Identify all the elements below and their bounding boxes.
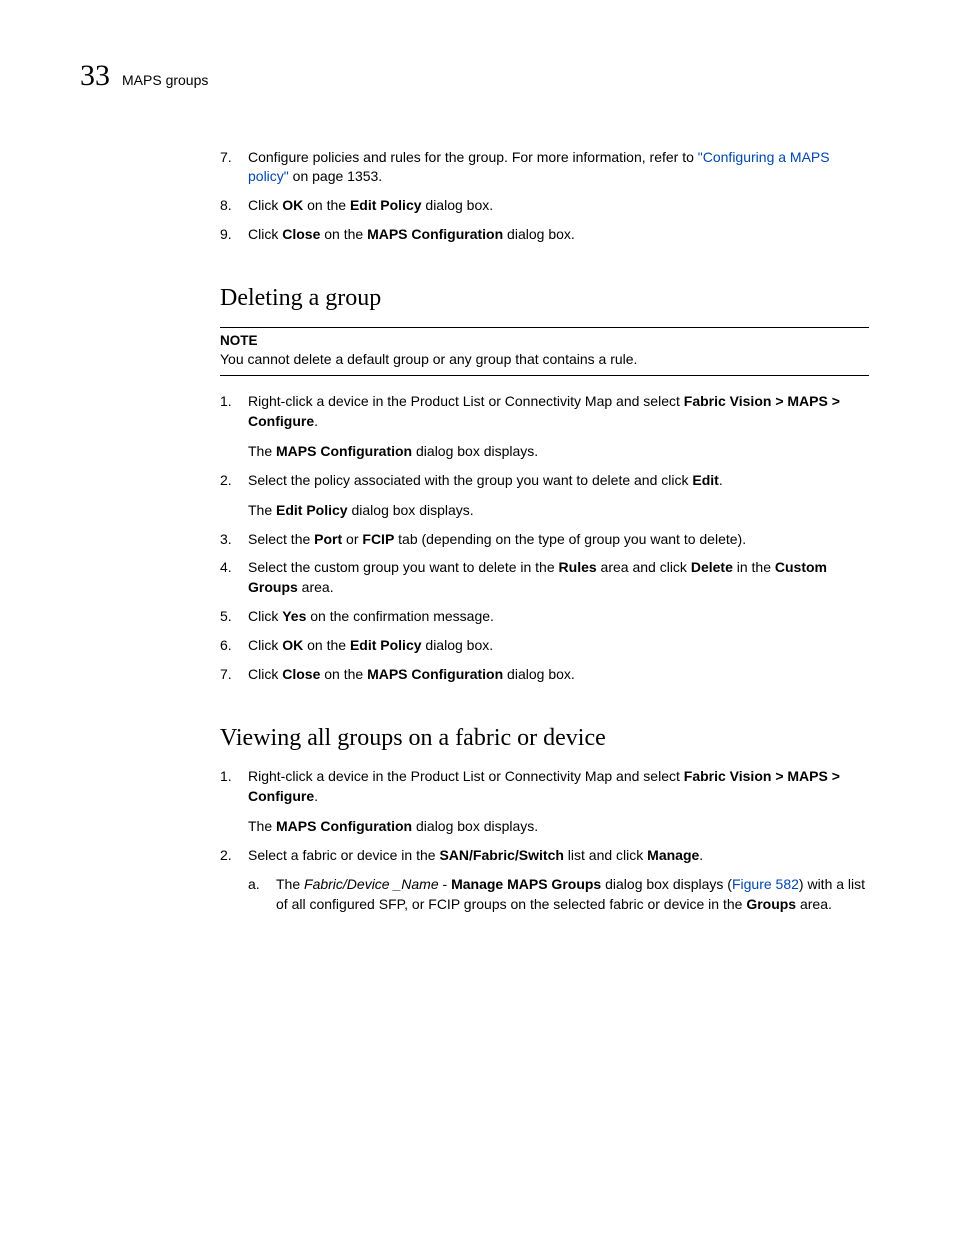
top-list: 7. Configure policies and rules for the … [220, 148, 869, 246]
note-text: You cannot delete a default group or any… [220, 350, 869, 370]
viewing-list: 1. Right-click a device in the Product L… [220, 767, 869, 915]
list-subtext: The Edit Policy dialog box displays. [248, 501, 869, 521]
figure-ref-link[interactable]: Figure 582 [732, 876, 799, 892]
list-number: 7. [220, 665, 248, 685]
list-item: 7. Click Close on the MAPS Configuration… [220, 665, 869, 685]
section-heading-viewing: Viewing all groups on a fabric or device [220, 721, 869, 755]
list-text: Click Close on the MAPS Configuration di… [248, 665, 869, 685]
list-number: 5. [220, 607, 248, 627]
list-text: Select the Port or FCIP tab (depending o… [248, 530, 869, 550]
list-item: 2. Select a fabric or device in the SAN/… [220, 846, 869, 916]
list-number: 2. [220, 471, 248, 521]
list-text: Select the policy associated with the gr… [248, 471, 869, 521]
list-item: 6. Click OK on the Edit Policy dialog bo… [220, 636, 869, 656]
list-number: 4. [220, 558, 248, 598]
note-block: NOTE You cannot delete a default group o… [220, 327, 869, 376]
list-number: 2. [220, 846, 248, 916]
list-number: 3. [220, 530, 248, 550]
list-item: 4. Select the custom group you want to d… [220, 558, 869, 598]
list-text: Click OK on the Edit Policy dialog box. [248, 636, 869, 656]
list-subtext: The MAPS Configuration dialog box displa… [248, 442, 869, 462]
list-number: 1. [220, 392, 248, 462]
list-text: Right-click a device in the Product List… [248, 767, 869, 837]
list-item: 5. Click Yes on the confirmation message… [220, 607, 869, 627]
list-item: 2. Select the policy associated with the… [220, 471, 869, 521]
list-subtext: The MAPS Configuration dialog box displa… [248, 817, 869, 837]
letter-marker: a. [248, 875, 276, 915]
list-item: 7. Configure policies and rules for the … [220, 148, 869, 188]
section-heading-deleting: Deleting a group [220, 281, 869, 315]
list-item: 8. Click OK on the Edit Policy dialog bo… [220, 196, 869, 216]
letter-text: The Fabric/Device _Name - Manage MAPS Gr… [276, 875, 869, 915]
list-text: Select a fabric or device in the SAN/Fab… [248, 846, 869, 916]
deleting-list: 1. Right-click a device in the Product L… [220, 392, 869, 685]
list-text: Select the custom group you want to dele… [248, 558, 869, 598]
page-header: 33 MAPS groups [80, 55, 869, 98]
list-text: Click OK on the Edit Policy dialog box. [248, 196, 869, 216]
header-title: MAPS groups [122, 71, 208, 91]
list-item: 1. Right-click a device in the Product L… [220, 767, 869, 837]
content-area: 7. Configure policies and rules for the … [80, 148, 869, 916]
list-item: 1. Right-click a device in the Product L… [220, 392, 869, 462]
list-text: Configure policies and rules for the gro… [248, 148, 869, 188]
list-number: 1. [220, 767, 248, 837]
list-text: Click Yes on the confirmation message. [248, 607, 869, 627]
list-number: 9. [220, 225, 248, 245]
list-number: 7. [220, 148, 248, 188]
list-text: Right-click a device in the Product List… [248, 392, 869, 462]
list-text: Click Close on the MAPS Configuration di… [248, 225, 869, 245]
list-number: 8. [220, 196, 248, 216]
list-number: 6. [220, 636, 248, 656]
letter-list: a. The Fabric/Device _Name - Manage MAPS… [248, 875, 869, 915]
note-label: NOTE [220, 331, 869, 350]
list-item: 9. Click Close on the MAPS Configuration… [220, 225, 869, 245]
list-item: 3. Select the Port or FCIP tab (dependin… [220, 530, 869, 550]
chapter-number: 33 [80, 55, 110, 98]
letter-item: a. The Fabric/Device _Name - Manage MAPS… [248, 875, 869, 915]
